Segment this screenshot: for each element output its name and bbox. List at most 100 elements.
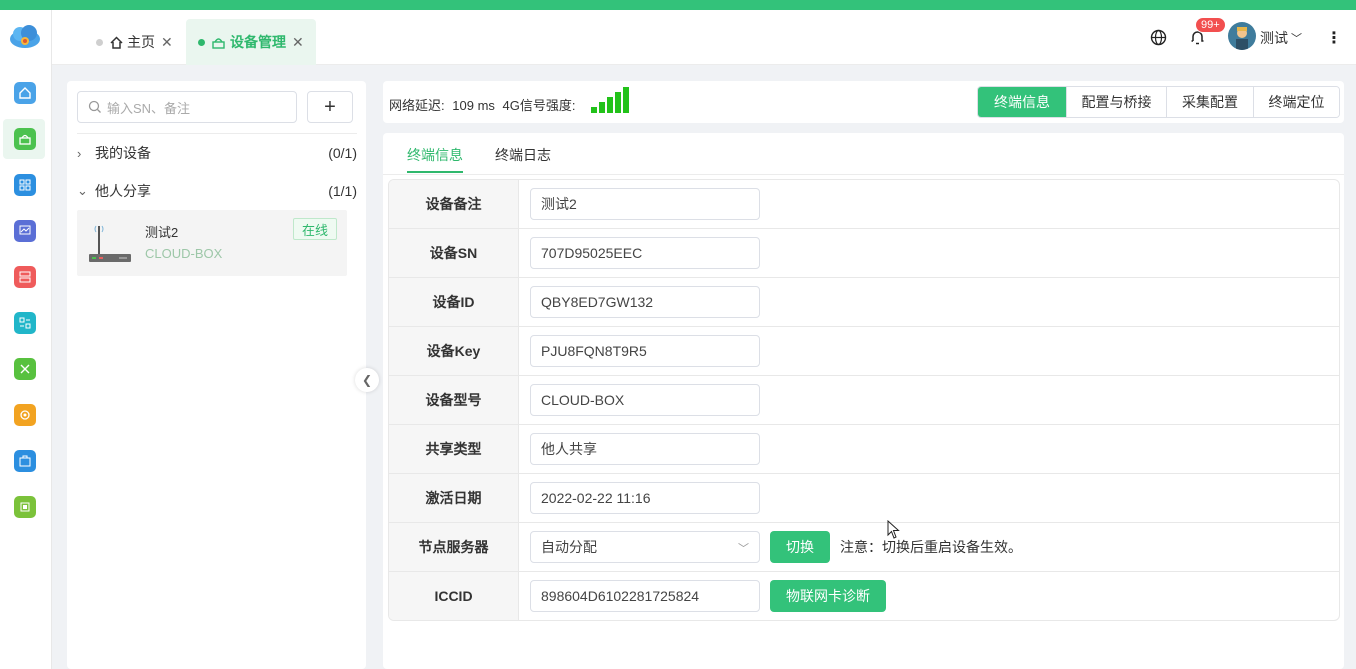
- nav-grid-icon[interactable]: [14, 174, 36, 196]
- signal-bar: [607, 97, 613, 113]
- nav-server-icon[interactable]: [14, 266, 36, 288]
- form-row-sn: 设备SN 707D95025EEC: [389, 228, 1339, 277]
- remark-input[interactable]: 测试2: [530, 188, 760, 220]
- collection-config-button[interactable]: 采集配置: [1166, 87, 1253, 117]
- iccid-input[interactable]: 898604D6102281725824: [530, 580, 760, 612]
- switch-button[interactable]: 切换: [770, 531, 830, 563]
- chevron-down-icon: ⌄: [77, 183, 88, 198]
- group-count: (0/1): [328, 145, 357, 161]
- form-row-key: 设备Key PJU8FQN8T9R5: [389, 326, 1339, 375]
- form-row-iccid: ICCID 898604D6102281725824 物联网卡诊断: [389, 571, 1339, 620]
- left-nav: [0, 10, 52, 669]
- sn-input[interactable]: 707D95025EEC: [530, 237, 760, 269]
- router-icon: [89, 225, 131, 262]
- nav-chart-icon[interactable]: [14, 220, 36, 242]
- divider: [77, 133, 357, 134]
- avatar-image-icon: [1236, 27, 1248, 50]
- tab-home-label: 主页: [127, 34, 155, 50]
- nav-home-icon[interactable]: [14, 82, 36, 104]
- form-row-node-server: 节点服务器 自动分配 ﹀ 切换 注意：切换后重启设备生效。: [389, 522, 1339, 571]
- language-button[interactable]: [1150, 10, 1167, 65]
- latency-value: 109: [452, 98, 474, 113]
- device-list-item[interactable]: 测试2 CLOUD-BOX 在线: [77, 210, 347, 276]
- close-icon[interactable]: ✕: [161, 34, 173, 51]
- cloud-logo-icon[interactable]: [8, 24, 42, 50]
- device-name: 测试2: [145, 225, 179, 240]
- chevron-left-icon: ❮: [361, 373, 373, 387]
- chevron-down-icon: ﹀: [738, 543, 749, 555]
- user-menu[interactable]: 测试 ﹀: [1260, 10, 1302, 65]
- form-row-share-type: 共享类型 他人共享: [389, 424, 1339, 473]
- chevron-down-icon: ﹀: [1291, 32, 1302, 45]
- tab-dot: [96, 38, 103, 46]
- signal-bar: [615, 92, 621, 113]
- network-status: 网络延迟: 109 ms 4G信号强度:: [389, 95, 576, 114]
- signal-label: 4G信号强度:: [502, 98, 576, 113]
- tab-device-management[interactable]: 设备管理 ✕: [186, 19, 316, 65]
- field-label: 节点服务器: [389, 523, 519, 571]
- nav-transfer-icon[interactable]: [14, 312, 36, 334]
- tab-dot: [198, 38, 205, 46]
- signal-strength-icon: [591, 87, 629, 113]
- nav-briefcase-icon[interactable]: [14, 450, 36, 472]
- form-row-model: 设备型号 CLOUD-BOX: [389, 375, 1339, 424]
- device-model: CLOUD-BOX: [145, 246, 223, 261]
- field-label: 设备SN: [389, 229, 519, 277]
- status-badge: 在线: [293, 218, 337, 240]
- node-server-select[interactable]: 自动分配 ﹀: [530, 531, 760, 563]
- group-label: 他人分享: [95, 183, 151, 199]
- field-label: 共享类型: [389, 425, 519, 473]
- header-bar: 主页 ✕ 设备管理 ✕ 测试 ﹀ ⋮: [52, 10, 1356, 65]
- subtab-terminal-info[interactable]: 终端信息: [407, 145, 463, 173]
- status-bar: 网络延迟: 109 ms 4G信号强度: 终端信息 配置与桥接 采集配置 终端定…: [383, 81, 1344, 123]
- id-input[interactable]: QBY8ED7GW132: [530, 286, 760, 318]
- signal-bar: [591, 107, 597, 113]
- group-shared-devices[interactable]: ⌄ 他人分享 (1/1): [77, 176, 357, 206]
- signal-bar: [623, 87, 629, 113]
- model-input[interactable]: CLOUD-BOX: [530, 384, 760, 416]
- more-menu-button[interactable]: ⋮: [1326, 10, 1342, 65]
- latency-label: 网络延迟:: [389, 98, 445, 113]
- user-name: 测试: [1260, 29, 1288, 46]
- field-label: 激活日期: [389, 474, 519, 522]
- sim-diagnose-button[interactable]: 物联网卡诊断: [770, 580, 886, 612]
- tab-device-label: 设备管理: [230, 34, 286, 50]
- close-icon[interactable]: ✕: [292, 34, 304, 51]
- terminal-location-button[interactable]: 终端定位: [1253, 87, 1339, 117]
- collapse-panel-button[interactable]: ❮: [355, 368, 379, 392]
- search-placeholder: 输入SN、备注: [107, 100, 191, 116]
- switch-note: 注意：切换后重启设备生效。: [840, 539, 1022, 555]
- config-bridge-button[interactable]: 配置与桥接: [1066, 87, 1166, 117]
- form-row-remark: 设备备注 测试2: [389, 180, 1339, 228]
- group-count: (1/1): [328, 183, 357, 199]
- device-info-form: 设备备注 测试2 设备SN 707D95025EEC 设备ID QBY8ED7G…: [388, 179, 1340, 621]
- add-device-button[interactable]: +: [307, 91, 353, 123]
- terminal-info-button[interactable]: 终端信息: [978, 87, 1066, 117]
- search-input[interactable]: 输入SN、备注: [77, 91, 297, 123]
- nav-settings-icon[interactable]: [14, 404, 36, 426]
- top-accent-bar: [0, 0, 1356, 10]
- mouse-cursor-icon: [887, 520, 900, 539]
- activation-date-input[interactable]: 2022-02-22 11:16: [530, 482, 760, 514]
- search-icon: [88, 100, 101, 113]
- nav-chip-icon[interactable]: [14, 496, 36, 518]
- form-row-activation-date: 激活日期 2022-02-22 11:16: [389, 473, 1339, 522]
- avatar[interactable]: [1228, 22, 1256, 50]
- select-value: 自动分配: [541, 539, 597, 555]
- share-type-input[interactable]: 他人共享: [530, 433, 760, 465]
- latency-unit: ms: [477, 98, 495, 113]
- nav-tools-icon[interactable]: [14, 358, 36, 380]
- view-switcher: 终端信息 配置与桥接 采集配置 终端定位: [977, 86, 1340, 118]
- tab-home[interactable]: 主页 ✕: [96, 19, 173, 65]
- globe-icon: [1150, 29, 1167, 46]
- group-my-devices[interactable]: › 我的设备 (0/1): [77, 138, 357, 168]
- notification-badge: 99+: [1195, 17, 1226, 33]
- device-list-panel: 输入SN、备注 + › 我的设备 (0/1) ⌄ 他人分享 (1/1) 测试2 …: [67, 81, 366, 669]
- field-label: 设备型号: [389, 376, 519, 424]
- field-label: 设备备注: [389, 180, 519, 228]
- field-label: ICCID: [389, 572, 519, 620]
- key-input[interactable]: PJU8FQN8T9R5: [530, 335, 760, 367]
- group-label: 我的设备: [95, 145, 151, 161]
- subtab-terminal-log[interactable]: 终端日志: [495, 145, 551, 173]
- nav-device-icon[interactable]: [14, 128, 36, 150]
